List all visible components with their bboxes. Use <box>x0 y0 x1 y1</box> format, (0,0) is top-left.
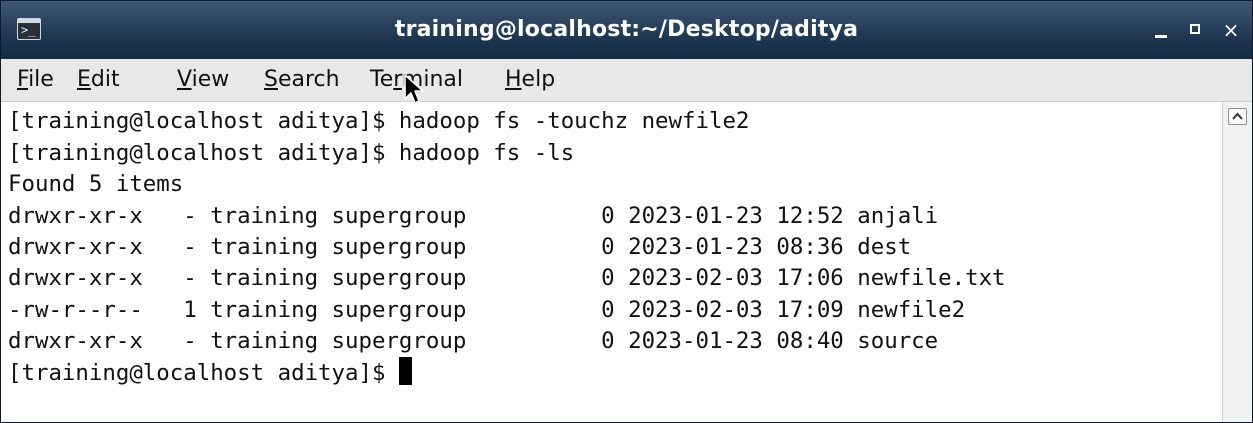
vertical-scrollbar[interactable] <box>1222 102 1252 422</box>
terminal-window: >_ training@localhost:~/Desktop/aditya ×… <box>0 0 1253 423</box>
menu-file-mnemonic: F <box>17 67 29 92</box>
mouse-pointer-icon <box>404 74 424 104</box>
minimize-button[interactable] <box>1147 16 1175 44</box>
menu-help[interactable]: Help <box>505 59 555 101</box>
menu-edit-label: dit <box>90 67 120 92</box>
title-bar[interactable]: >_ training@localhost:~/Desktop/aditya × <box>1 1 1252 59</box>
menu-help-mnemonic: H <box>505 67 522 92</box>
menu-terminal-prefix: Te <box>370 67 394 92</box>
menu-search-mnemonic: S <box>264 67 278 92</box>
maximize-icon <box>1190 24 1200 34</box>
menu-view-label: iew <box>191 67 230 92</box>
terminal-line: -rw-r--r-- 1 training supergroup 0 2023-… <box>8 297 966 323</box>
menu-edit[interactable]: Edit <box>77 59 120 101</box>
text-cursor <box>398 357 412 385</box>
menu-search[interactable]: Search <box>264 59 340 101</box>
close-button[interactable]: × <box>1217 16 1245 44</box>
window-title: training@localhost:~/Desktop/aditya <box>394 17 859 42</box>
menu-help-label: elp <box>521 67 556 92</box>
terminal-line: drwxr-xr-x - training supergroup 0 2023-… <box>8 234 912 260</box>
prompt-line: [training@localhost aditya]$ <box>8 357 412 389</box>
terminal-line: drwxr-xr-x - training supergroup 0 2023-… <box>8 265 1006 291</box>
terminal-output[interactable]: [training@localhost aditya]$ hadoop fs -… <box>1 102 1222 422</box>
menu-file[interactable]: File <box>17 59 54 101</box>
menu-terminal-mnemonic: r <box>393 67 402 92</box>
shell-prompt: [training@localhost aditya]$ <box>8 360 399 386</box>
terminal-line: drwxr-xr-x - training supergroup 0 2023-… <box>8 328 939 354</box>
terminal-line: [training@localhost aditya]$ hadoop fs -… <box>8 140 575 166</box>
menu-edit-mnemonic: E <box>77 67 91 92</box>
minimize-icon <box>1155 35 1167 38</box>
menu-file-label: ile <box>28 67 54 92</box>
scroll-up-button[interactable] <box>1228 108 1247 125</box>
menu-search-label: earch <box>277 67 340 92</box>
menu-view-mnemonic: V <box>177 67 192 92</box>
terminal-line: Found 5 items <box>8 171 184 197</box>
terminal-line: drwxr-xr-x - training supergroup 0 2023-… <box>8 203 939 229</box>
menu-view[interactable]: View <box>177 59 229 101</box>
menu-bar: File Edit View Search Terminal Help <box>1 59 1252 102</box>
maximize-button[interactable] <box>1182 16 1210 44</box>
chevron-up-icon <box>1232 112 1243 120</box>
terminal-line: [training@localhost aditya]$ hadoop fs -… <box>8 108 750 134</box>
